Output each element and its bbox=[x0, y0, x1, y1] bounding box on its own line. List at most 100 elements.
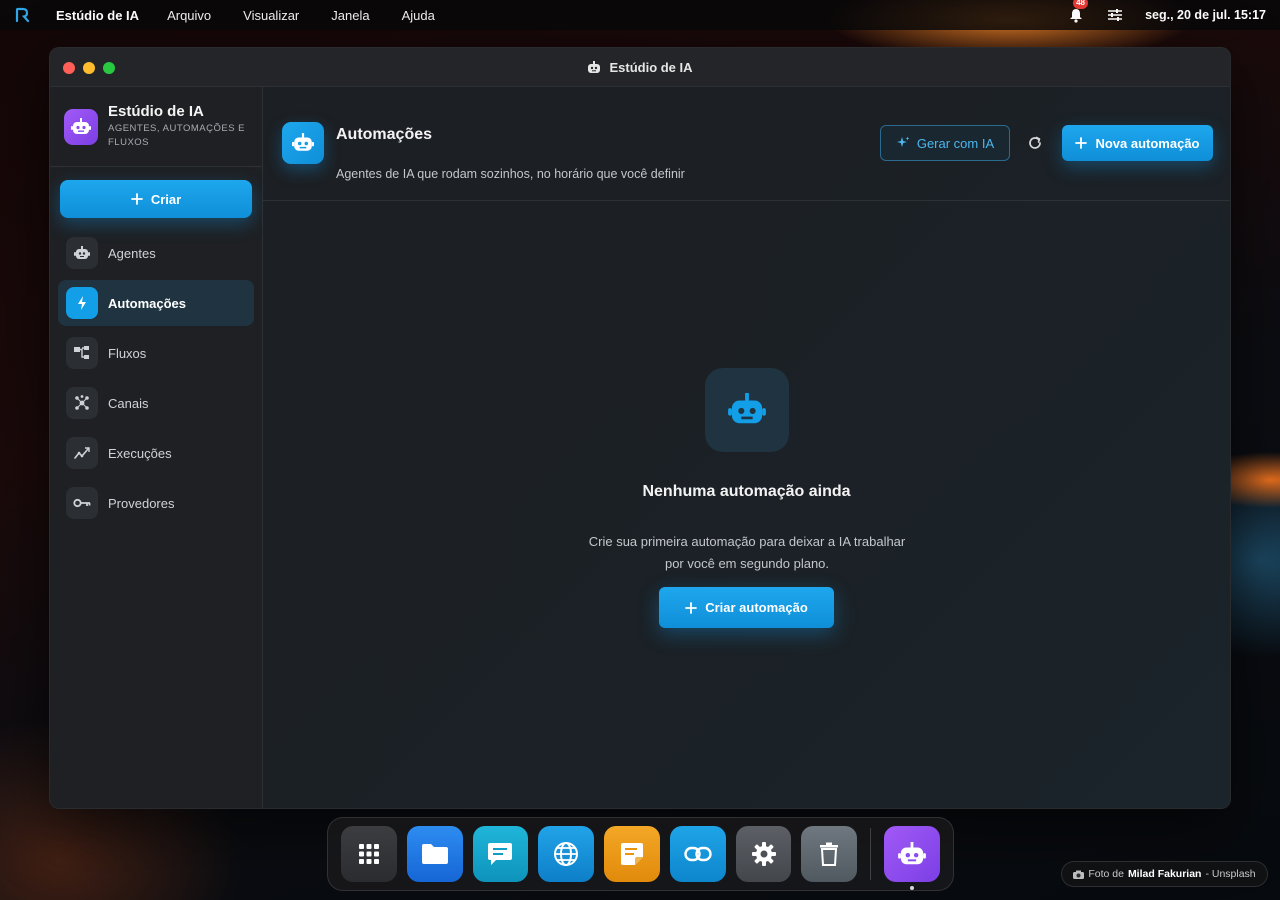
dock-apps-grid[interactable] bbox=[341, 826, 397, 882]
menubar-clock[interactable]: seg., 20 de jul. 15:17 bbox=[1145, 8, 1266, 22]
trash-icon bbox=[820, 842, 839, 866]
menu-ajuda[interactable]: Ajuda bbox=[402, 8, 435, 23]
globe-icon bbox=[554, 842, 579, 866]
refresh-icon bbox=[1029, 136, 1041, 149]
dock bbox=[327, 817, 954, 891]
new-automation-button[interactable]: Nova automação bbox=[1062, 125, 1213, 161]
sidebar-item-label: Automações bbox=[108, 295, 187, 311]
sidebar-item-provedores[interactable]: Provedores bbox=[58, 480, 254, 526]
notification-badge: 48 bbox=[1073, 0, 1088, 9]
menu-visualizar[interactable]: Visualizar bbox=[243, 8, 299, 23]
robot-icon bbox=[728, 393, 766, 424]
page-subtitle: Agentes de IA que rodam sozinhos, no hor… bbox=[336, 167, 685, 181]
dock-browser[interactable] bbox=[538, 826, 595, 882]
empty-state-description: Crie sua primeira automação para deixar … bbox=[547, 531, 947, 575]
close-window-button[interactable] bbox=[63, 62, 75, 74]
link-icon bbox=[684, 846, 712, 862]
menu-bar: Estúdio de IA Arquivo Visualizar Janela … bbox=[0, 0, 1280, 30]
dock-links[interactable] bbox=[669, 826, 726, 882]
page-title: Automações bbox=[336, 126, 433, 143]
menu-arquivo[interactable]: Arquivo bbox=[167, 8, 211, 23]
sliders-icon bbox=[1108, 9, 1123, 21]
dock-settings[interactable] bbox=[735, 826, 792, 882]
sidebar-item-label: Agentes bbox=[108, 245, 156, 261]
robot-icon bbox=[588, 60, 601, 73]
robot-icon bbox=[71, 117, 91, 134]
robot-icon bbox=[292, 133, 314, 151]
sidebar-nav: Agentes Automações Fluxos Canais Execuçõ… bbox=[50, 230, 262, 526]
sidebar-brand: Estúdio de IA AGENTES, AUTOMAÇÕES E FLUX… bbox=[50, 87, 262, 167]
window-title: Estúdio de IA bbox=[587, 59, 693, 75]
brand-subtitle: AGENTES, AUTOMAÇÕES E FLUXOS bbox=[108, 123, 246, 148]
menu-janela[interactable]: Janela bbox=[331, 8, 369, 23]
window-title-text: Estúdio de IA bbox=[609, 59, 693, 75]
sidebar-item-canais[interactable]: Canais bbox=[58, 380, 254, 426]
window-titlebar[interactable]: Estúdio de IA bbox=[50, 48, 1230, 87]
minimize-window-button[interactable] bbox=[83, 62, 95, 74]
sidebar-item-label: Execuções bbox=[108, 445, 172, 461]
camera-icon bbox=[1073, 870, 1085, 879]
empty-state-description-line2: por você em segundo plano. bbox=[664, 556, 830, 571]
empty-state-title: Nenhuma automação ainda bbox=[642, 483, 851, 500]
empty-state-description-line1: Crie sua primeira automação para deixar … bbox=[588, 534, 906, 549]
dock-separator bbox=[870, 828, 872, 880]
credit-author[interactable]: Milad Fakurian bbox=[1128, 868, 1202, 880]
sidebar-item-label: Canais bbox=[108, 395, 149, 411]
sidebar-item-label: Fluxos bbox=[108, 345, 147, 361]
brand-title: Estúdio de IA bbox=[108, 103, 204, 120]
dock-chat[interactable] bbox=[472, 826, 529, 882]
dock-ai-studio[interactable] bbox=[884, 826, 941, 890]
sidebar-item-agentes[interactable]: Agentes bbox=[58, 230, 254, 276]
generate-with-ai-label: Gerar com IA bbox=[916, 135, 995, 151]
system-logo-icon[interactable] bbox=[14, 6, 32, 24]
flow-icon bbox=[66, 337, 98, 369]
bell-icon bbox=[1070, 8, 1083, 23]
maximize-window-button[interactable] bbox=[103, 62, 115, 74]
controls-button[interactable] bbox=[1107, 8, 1123, 22]
page-header: Automações Agentes de IA que rodam sozin… bbox=[263, 87, 1230, 201]
new-automation-label: Nova automação bbox=[1095, 135, 1200, 151]
key-icon bbox=[66, 487, 98, 519]
create-automation-label: Criar automação bbox=[705, 600, 808, 615]
plus-icon bbox=[685, 601, 698, 614]
plus-icon bbox=[130, 193, 143, 205]
refresh-button[interactable] bbox=[1025, 133, 1045, 153]
create-button[interactable]: Criar bbox=[60, 180, 252, 218]
activity-icon bbox=[66, 437, 98, 469]
credit-source[interactable]: - Unsplash bbox=[1205, 868, 1255, 880]
notifications-button[interactable]: 48 bbox=[1067, 0, 1088, 24]
settings-icon bbox=[751, 842, 776, 866]
page-icon bbox=[282, 122, 324, 164]
robot-icon bbox=[66, 237, 98, 269]
empty-state: Nenhuma automação ainda Crie sua primeir… bbox=[263, 201, 1230, 808]
main-content: Automações Agentes de IA que rodam sozin… bbox=[263, 87, 1230, 808]
photo-credit[interactable]: Foto de Milad Fakurian - Unsplash bbox=[1061, 861, 1268, 887]
app-window: Estúdio de IA Estúdio de IA AGENTES, AUT… bbox=[49, 47, 1231, 809]
hub-icon bbox=[66, 387, 98, 419]
running-indicator bbox=[910, 886, 915, 890]
apps-grid-icon bbox=[358, 844, 379, 864]
dock-files[interactable] bbox=[406, 826, 463, 882]
notes-icon bbox=[621, 843, 644, 865]
credit-prefix: Foto de bbox=[1088, 868, 1124, 880]
window-controls bbox=[63, 62, 115, 74]
menubar-app-name[interactable]: Estúdio de IA bbox=[56, 8, 139, 23]
sparkle-icon bbox=[896, 136, 910, 147]
bolt-icon bbox=[66, 287, 98, 319]
sidebar-item-label: Provedores bbox=[108, 495, 175, 511]
chat-icon bbox=[488, 843, 513, 865]
brand-logo bbox=[64, 108, 98, 145]
empty-state-icon bbox=[705, 368, 789, 452]
generate-with-ai-button[interactable]: Gerar com IA bbox=[880, 125, 1010, 161]
sidebar: Estúdio de IA AGENTES, AUTOMAÇÕES E FLUX… bbox=[50, 87, 263, 808]
dock-notes[interactable] bbox=[604, 826, 660, 882]
dock-trash[interactable] bbox=[801, 826, 858, 882]
sidebar-item-automacoes[interactable]: Automações bbox=[58, 280, 254, 326]
sidebar-item-execucoes[interactable]: Execuções bbox=[58, 430, 254, 476]
sidebar-item-fluxos[interactable]: Fluxos bbox=[58, 330, 254, 376]
plus-icon bbox=[1075, 137, 1088, 149]
create-button-label: Criar bbox=[150, 191, 182, 207]
create-automation-button[interactable]: Criar automação bbox=[659, 587, 834, 628]
robot-icon bbox=[898, 841, 927, 864]
folder-icon bbox=[421, 844, 448, 864]
